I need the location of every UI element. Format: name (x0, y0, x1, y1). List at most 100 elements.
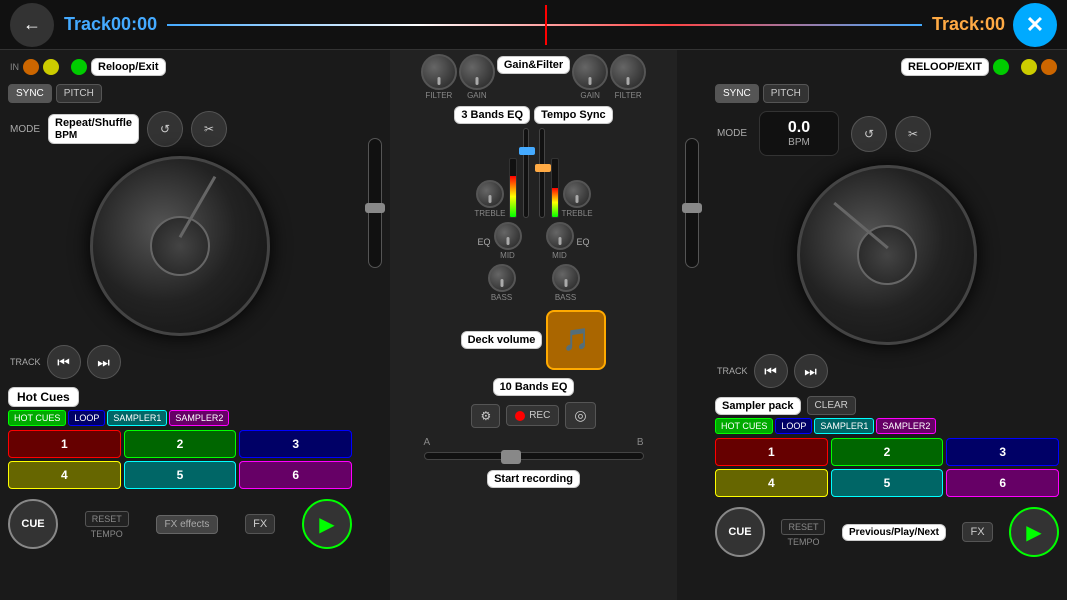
reloop-exit-btn-right[interactable]: RELOOP/EXIT (901, 58, 989, 76)
pitch-slider-left[interactable] (368, 138, 382, 268)
tab-sampler1-right[interactable]: SAMPLER1 (814, 418, 874, 434)
pad-2-right[interactable]: 2 (831, 438, 944, 466)
bpm-value-right: 0.0 (788, 119, 810, 137)
mode-btn-1[interactable]: ↺ (147, 111, 183, 147)
tempo-label-txt-right: TEMPO (781, 537, 825, 547)
previous-play-next-tooltip: Previous/Play/Next (842, 524, 946, 541)
mode-label-left: MODE (10, 124, 40, 135)
pad-5-right[interactable]: 5 (831, 469, 944, 497)
pad-6-right[interactable]: 6 (946, 469, 1059, 497)
mode-btn-right-2[interactable]: ✂ (895, 116, 931, 152)
bass-label-right: BASS (555, 293, 576, 302)
eq-label-right: EQ (577, 237, 590, 247)
mixer-btn-eq[interactable]: ⚙ (471, 404, 500, 428)
out-dot[interactable] (43, 59, 59, 75)
rec-dot-icon (515, 411, 525, 421)
pad-5-left[interactable]: 5 (124, 461, 237, 489)
green-dot[interactable] (71, 59, 87, 75)
prev-btn-left[interactable]: ⏮ (47, 345, 81, 379)
treble-label-right: TREBLE (562, 209, 593, 218)
in-dot[interactable] (23, 59, 39, 75)
tab-hot-cues-left[interactable]: HOT CUES (8, 410, 66, 426)
jog-wheel-right[interactable] (797, 165, 977, 345)
deck-volume-tooltip: Deck volume (461, 331, 543, 349)
ten-bands-eq-tooltip: 10 Bands EQ (493, 378, 575, 396)
fx-btn-right[interactable]: FX (962, 522, 992, 542)
sync-btn-right[interactable]: SYNC (715, 84, 759, 103)
tempo-label-left: RESET TEMPO (85, 509, 129, 539)
pitch-btn-right[interactable]: PITCH (763, 84, 809, 103)
mode-btn-2[interactable]: ✂ (191, 111, 227, 147)
gain-knob-left[interactable] (459, 54, 495, 90)
cue-btn-right[interactable]: CUE (715, 507, 765, 557)
tempo-label-right: RESET TEMPO (781, 517, 825, 547)
vol-fader-right[interactable] (539, 128, 545, 218)
pad-6-left[interactable]: 6 (239, 461, 352, 489)
sampler-pack-tooltip: Sampler pack (715, 397, 801, 415)
repeat-shuffle-btn[interactable]: Repeat/Shuffle BPM (48, 114, 139, 144)
pad-2-left[interactable]: 2 (124, 430, 237, 458)
play-btn-left[interactable]: ▶ (302, 499, 352, 549)
in-label: IN (10, 62, 19, 72)
jog-wheel-container-left (90, 156, 270, 336)
jog-wheel-container-right (797, 165, 977, 345)
in-dot-right[interactable] (1041, 59, 1057, 75)
fx-btn-left[interactable]: FX effects (156, 515, 219, 534)
back-button[interactable]: ← (10, 3, 54, 47)
mid-knob-left[interactable] (494, 222, 522, 250)
pad-4-right[interactable]: 4 (715, 469, 828, 497)
tab-loop-left[interactable]: LOOP (68, 410, 105, 426)
track-label-deck-left: TRACK (10, 357, 41, 367)
crosshair-btn[interactable]: ◎ (565, 402, 595, 429)
mixer: FILTER GAIN Gain&Filter GAIN FILTER 3 Ba… (390, 50, 677, 600)
time-left: 00:00 (111, 14, 157, 35)
filter-knob-right[interactable] (610, 54, 646, 90)
green-dot-right[interactable] (993, 59, 1009, 75)
rec-btn[interactable]: REC (506, 405, 559, 426)
pad-3-left[interactable]: 3 (239, 430, 352, 458)
clear-btn-right[interactable]: CLEAR (807, 396, 856, 415)
tab-sampler2-right[interactable]: SAMPLER2 (876, 418, 936, 434)
close-button[interactable]: ✕ (1013, 3, 1057, 47)
treble-knob-right[interactable] (563, 180, 591, 208)
sync-btn-left[interactable]: SYNC (8, 84, 52, 103)
pitch-slider-right[interactable] (685, 138, 699, 268)
sampler-music-btn[interactable]: 🎵 (546, 310, 606, 370)
gain-knob-right[interactable] (572, 54, 608, 90)
crossfader-track[interactable] (424, 452, 644, 460)
bass-knob-left[interactable] (488, 264, 516, 292)
vu-meter-right (551, 158, 559, 218)
pad-1-left[interactable]: 1 (8, 430, 121, 458)
cue-btn-left[interactable]: CUE (8, 499, 58, 549)
reset-btn-right[interactable]: RESET (781, 519, 825, 535)
next-btn-right[interactable]: ⏭ (794, 354, 828, 388)
bass-knob-right[interactable] (552, 264, 580, 292)
filter-knob-left[interactable] (421, 54, 457, 90)
tab-hot-cues-right[interactable]: HOT CUES (715, 418, 773, 434)
next-btn-left[interactable]: ⏭ (87, 345, 121, 379)
bass-label-left: BASS (491, 293, 512, 302)
play-btn-right[interactable]: ▶ (1009, 507, 1059, 557)
tab-sampler1-left[interactable]: SAMPLER1 (107, 410, 167, 426)
pad-3-right[interactable]: 3 (946, 438, 1059, 466)
vol-fader-left[interactable] (523, 128, 529, 218)
jog-wheel-left[interactable] (90, 156, 270, 336)
fx-label-left[interactable]: FX (245, 514, 275, 534)
treble-knob-left[interactable] (476, 180, 504, 208)
mode-btn-right-1[interactable]: ↺ (851, 116, 887, 152)
mid-knob-right[interactable] (546, 222, 574, 250)
reloop-exit-btn[interactable]: Reloop/Exit (91, 58, 166, 76)
mid-label-left: MID (500, 251, 515, 260)
treble-label-left: TREBLE (474, 209, 505, 218)
tab-sampler2-left[interactable]: SAMPLER2 (169, 410, 229, 426)
prev-btn-right[interactable]: ⏮ (754, 354, 788, 388)
reset-btn-left[interactable]: RESET (85, 511, 129, 527)
pad-1-right[interactable]: 1 (715, 438, 828, 466)
out-dot-right[interactable] (1021, 59, 1037, 75)
crossfader-thumb (501, 450, 521, 464)
tab-loop-right[interactable]: LOOP (775, 418, 812, 434)
pad-4-left[interactable]: 4 (8, 461, 121, 489)
three-bands-eq-tooltip: 3 Bands EQ (454, 106, 530, 124)
pitch-btn-left[interactable]: PITCH (56, 84, 102, 103)
filter-label-right: FILTER (615, 91, 642, 100)
